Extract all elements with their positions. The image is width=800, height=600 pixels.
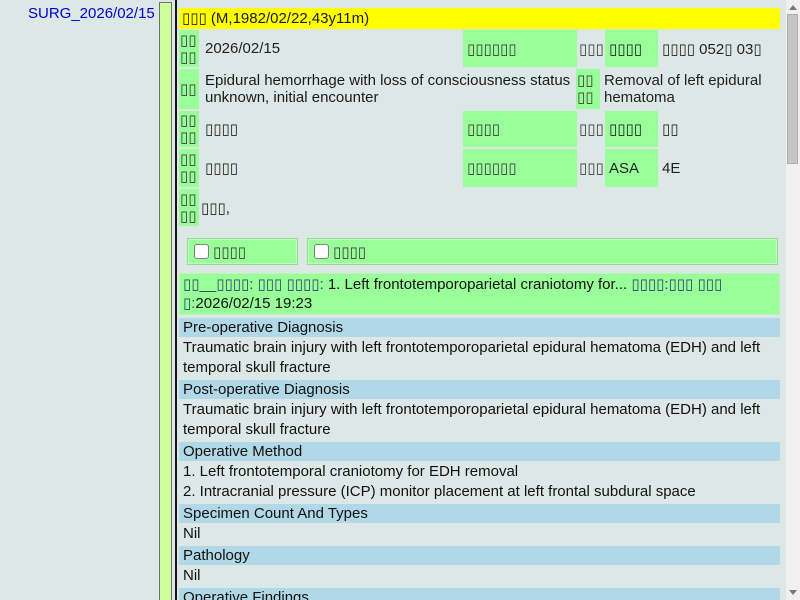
app-window: SURG_2026/02/15 ▯▯▯ (M,1982/02/22,43y11m… (0, 0, 800, 600)
scrollbar-thumb[interactable] (787, 14, 798, 164)
field-label: ▯▯▯ (579, 149, 603, 187)
section-header-operative-findings: Operative Findings (179, 588, 780, 600)
report-sections: Pre-operative Diagnosis Traumatic brain … (179, 318, 780, 600)
table-row: ▯▯▯▯ ▯▯▯▯ ▯▯▯▯▯▯ ▯▯▯ ASA 4E (179, 149, 780, 187)
table-row: ▯▯▯▯ 2026/02/15 ▯▯▯▯▯▯ ▯▯▯ ▯▯▯▯ ▯▯▯▯ 052… (179, 30, 780, 67)
field-label: ▯▯▯ (579, 30, 603, 67)
field-label: ▯▯▯▯ (605, 30, 658, 67)
options-row: ▯▯▯▯ ▯▯▯▯ (187, 238, 780, 265)
operation-summary-banner: ▯▯__▯▯▯▯: ▯▯▯ ▯▯▯▯: 1. Left frontotempor… (179, 273, 780, 315)
checkbox-1[interactable] (194, 244, 209, 259)
section-header-preop-diagnosis: Pre-operative Diagnosis (179, 318, 780, 337)
field-label: ▯▯▯▯▯▯ (463, 149, 577, 187)
field-label: ▯▯▯▯ (576, 69, 600, 109)
asa-class-value: 4E (662, 149, 780, 187)
scroll-up-arrow-icon[interactable] (789, 5, 797, 10)
field-label: ▯▯▯▯ (463, 111, 577, 147)
asa-class-label: ASA (605, 149, 658, 187)
summary-author: ▯▯▯▯:▯▯▯ ▯▯▯ (631, 276, 722, 293)
field-label: ▯▯▯▯ (179, 149, 199, 187)
section-body-postop-diagnosis: Traumatic brain injury with left frontot… (179, 400, 780, 441)
section-header-postop-diagnosis: Post-operative Diagnosis (179, 380, 780, 399)
field-label: ▯▯▯▯ (179, 111, 199, 147)
table-row: ▯▯▯▯ ▯▯▯, (179, 189, 780, 226)
section-header-specimen: Specimen Count And Types (179, 504, 780, 523)
section-header-operative-method: Operative Method (179, 442, 780, 461)
option-group-2: ▯▯▯▯ (307, 238, 778, 265)
summary-datetime: 2026/02/15 19:23 (195, 295, 312, 312)
field-label: ▯▯▯ (579, 111, 603, 147)
field-value: Removal of left epidural hematoma (604, 69, 780, 109)
field-label: ▯▯ (179, 69, 199, 109)
patient-info-table: ▯▯▯▯ 2026/02/15 ▯▯▯▯▯▯ ▯▯▯ ▯▯▯▯ ▯▯▯▯ 052… (179, 30, 780, 226)
patient-title-bar: ▯▯▯ (M,1982/02/22,43y11m) (179, 8, 780, 29)
field-label: ▯▯▯▯ (179, 30, 199, 67)
field-label: ▯▯▯▯ (605, 111, 658, 147)
option-group-1: ▯▯▯▯ (187, 238, 298, 265)
report-panel: ▯▯▯ (M,1982/02/22,43y11m) ▯▯▯▯ 2026/02/1… (175, 0, 800, 600)
checkbox-2[interactable] (314, 244, 329, 259)
operation-summary-line2: ▯:2026/02/15 19:23 (183, 294, 776, 313)
field-value: Epidural hemorrhage with loss of conscio… (201, 69, 576, 109)
scroll-down-arrow-icon[interactable] (789, 590, 797, 595)
field-value: ▯▯▯▯ (201, 149, 463, 187)
field-label: ▯▯▯▯▯▯ (463, 30, 577, 67)
checkbox-1-label: ▯▯▯▯ (213, 243, 246, 261)
checkbox-2-label: ▯▯▯▯ (333, 243, 366, 261)
table-row: ▯▯ Epidural hemorrhage with loss of cons… (179, 69, 780, 109)
section-header-pathology: Pathology (179, 546, 780, 565)
field-label: ▯▯▯▯ (179, 189, 199, 226)
section-body-operative-method: 1. Left frontotemporal craniotomy for ED… (179, 462, 780, 503)
field-value: ▯▯ (662, 111, 780, 147)
section-body-pathology: Nil (179, 566, 780, 587)
summary-operation-name: 1. Left frontotemporoparietal craniotomy… (328, 276, 632, 293)
tree-item-surg-report[interactable]: SURG_2026/02/15 (28, 5, 155, 22)
vertical-scrollbar[interactable] (786, 0, 800, 600)
table-row: ▯▯▯▯ ▯▯▯▯ ▯▯▯▯ ▯▯▯ ▯▯▯▯ ▯▯ (179, 111, 780, 147)
summary-prefix: ▯▯__▯▯▯▯: ▯▯▯ ▯▯▯▯: (183, 276, 328, 293)
tree-panel: SURG_2026/02/15 (0, 0, 160, 600)
field-value: ▯▯▯▯ (201, 111, 463, 147)
field-value: 2026/02/15 (201, 30, 463, 67)
operation-summary-line1: ▯▯__▯▯▯▯: ▯▯▯ ▯▯▯▯: 1. Left frontotempor… (183, 275, 776, 294)
panel-splitter[interactable] (159, 2, 172, 600)
report-content: ▯▯▯ (M,1982/02/22,43y11m) ▯▯▯▯ 2026/02/1… (179, 0, 780, 600)
section-body-preop-diagnosis: Traumatic brain injury with left frontot… (179, 338, 780, 379)
section-body-specimen: Nil (179, 524, 780, 545)
field-value: ▯▯▯, (201, 189, 780, 226)
summary-date-label: ▯: (183, 295, 195, 312)
field-value: ▯▯▯▯ 052▯ 03▯ (662, 30, 780, 67)
